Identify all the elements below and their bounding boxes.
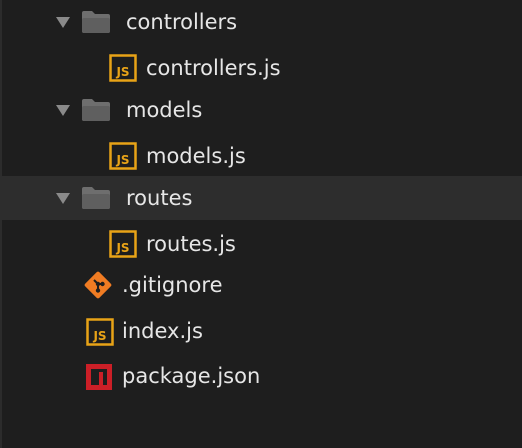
tree-file-index-js[interactable]: JS index.js	[0, 309, 522, 353]
svg-text:JS: JS	[115, 241, 129, 255]
folder-icon	[82, 187, 110, 209]
npm-icon	[86, 364, 112, 390]
tree-item-label: models	[126, 98, 203, 122]
svg-text:JS: JS	[92, 329, 106, 343]
file-explorer-tree: controllers JS controllers.js models JS …	[0, 0, 522, 448]
tree-file-package-json[interactable]: package.json	[0, 354, 522, 398]
git-icon	[84, 271, 112, 299]
tree-folder-routes[interactable]: routes	[0, 176, 522, 220]
chevron-down-icon[interactable]	[56, 17, 70, 28]
tree-file-routes-js[interactable]: JS routes.js	[0, 221, 522, 265]
svg-text:JS: JS	[115, 153, 129, 167]
tree-folder-models[interactable]: models	[0, 88, 522, 132]
js-file-icon: JS	[109, 54, 137, 82]
chevron-down-icon[interactable]	[56, 105, 70, 116]
tree-file-controllers-js[interactable]: JS controllers.js	[0, 45, 522, 89]
svg-text:JS: JS	[115, 65, 129, 79]
js-file-icon: JS	[86, 318, 114, 346]
tree-item-label: routes	[126, 186, 193, 210]
js-file-icon: JS	[109, 142, 137, 170]
tree-item-label: .gitignore	[122, 273, 223, 297]
chevron-down-icon[interactable]	[56, 193, 70, 204]
folder-icon	[82, 11, 110, 33]
tree-file-gitignore[interactable]: .gitignore	[0, 263, 522, 307]
tree-folder-controllers[interactable]: controllers	[0, 0, 522, 44]
tree-item-label: models.js	[146, 144, 246, 168]
js-file-icon: JS	[109, 230, 137, 258]
tree-item-label: controllers	[126, 10, 238, 34]
tree-item-label: controllers.js	[146, 56, 281, 80]
tree-file-models-js[interactable]: JS models.js	[0, 133, 522, 177]
tree-item-label: routes.js	[146, 232, 236, 256]
tree-item-label: index.js	[122, 319, 203, 343]
folder-icon	[82, 99, 110, 121]
tree-item-label: package.json	[122, 364, 261, 388]
